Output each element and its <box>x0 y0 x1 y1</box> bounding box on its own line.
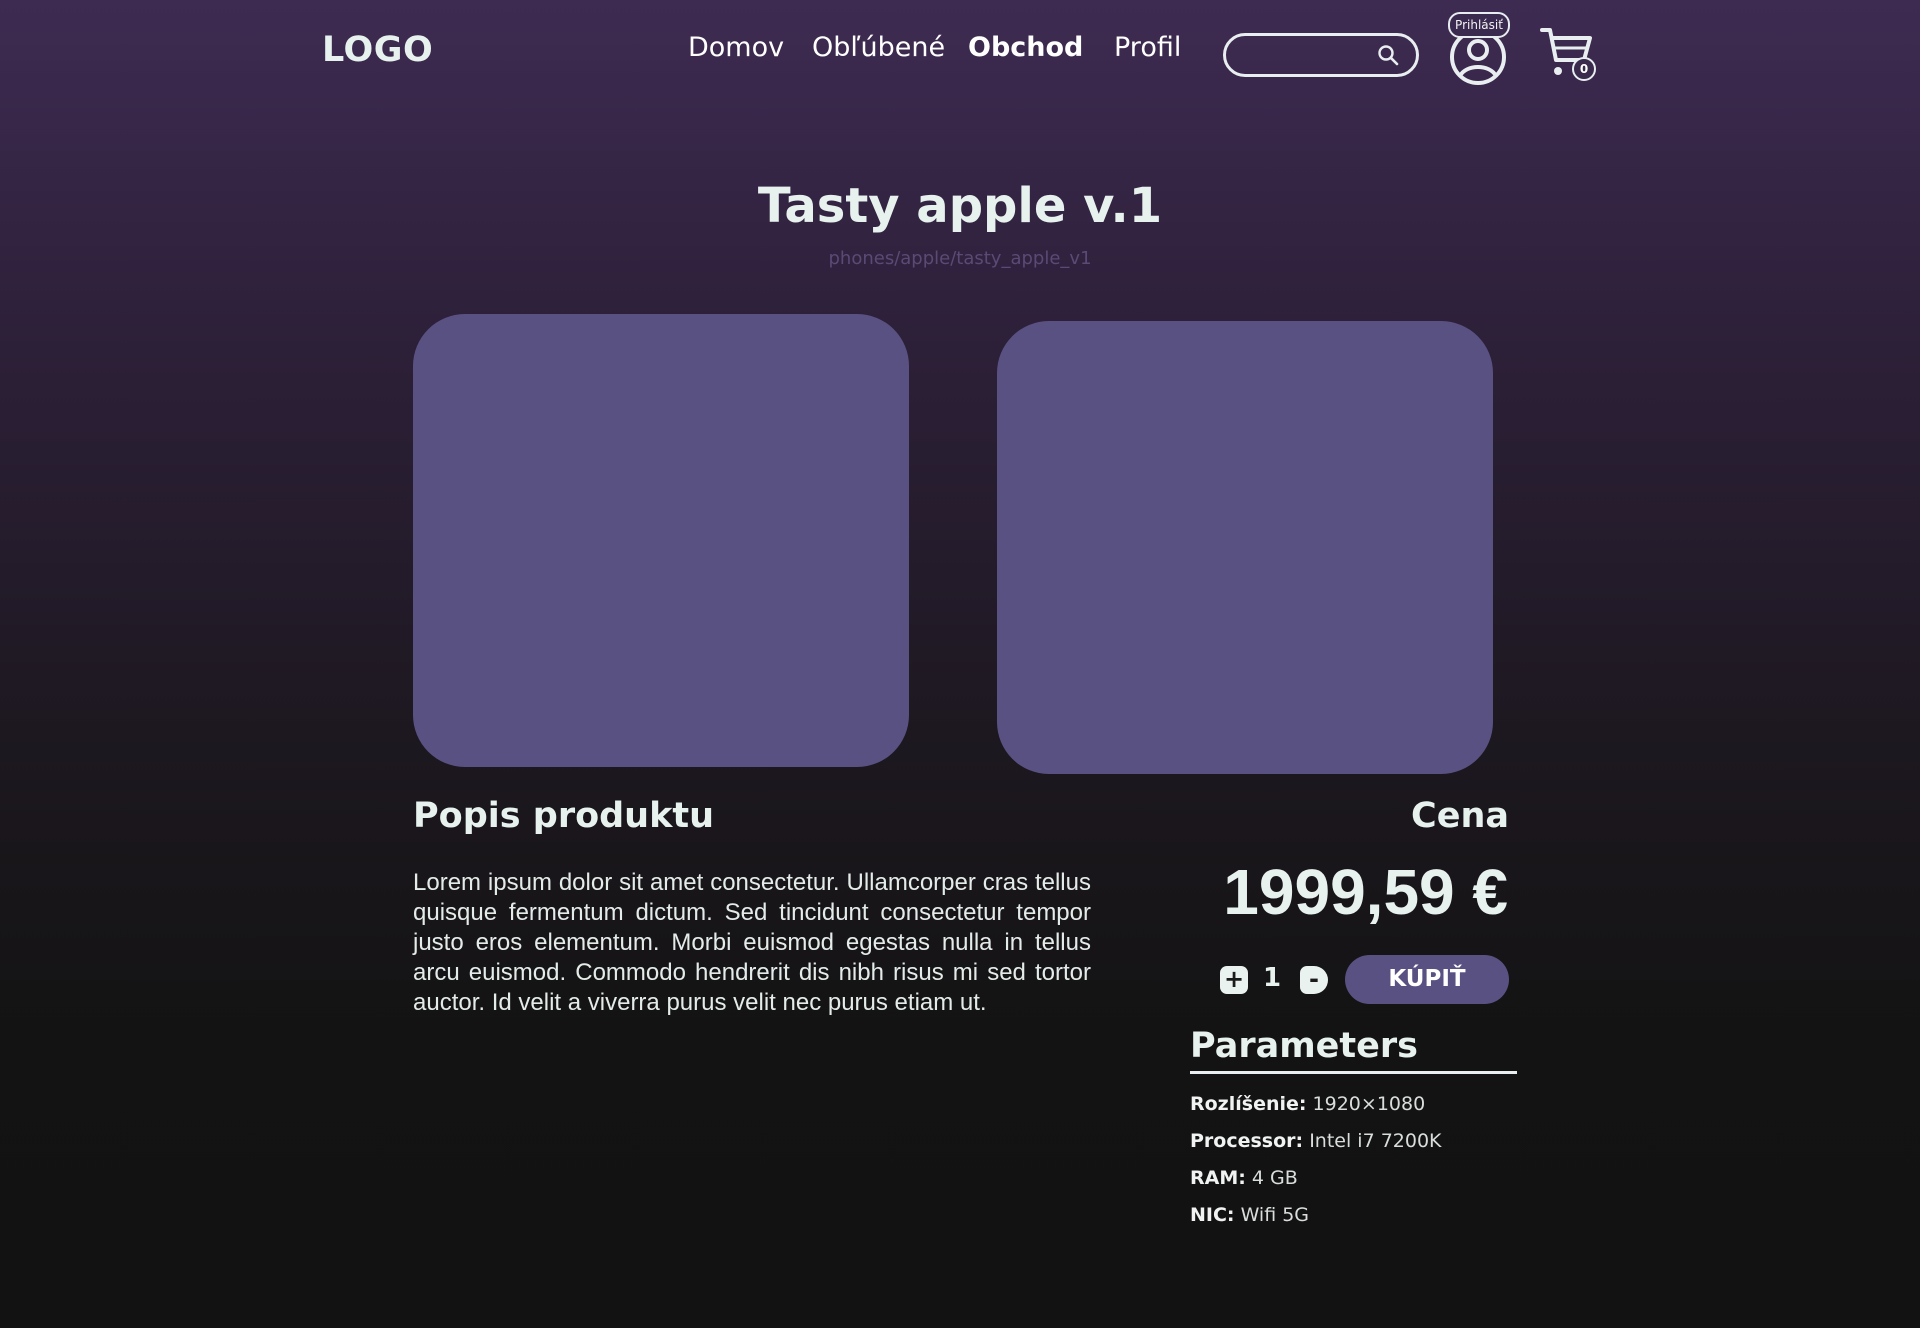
search-icon[interactable] <box>1376 43 1400 67</box>
product-description: Lorem ipsum dolor sit amet consectetur. … <box>413 869 1091 1016</box>
parameter-value: Wifi 5G <box>1240 1204 1310 1226</box>
parameter-row: Rozlíšenie: 1920×1080 <box>1190 1093 1425 1115</box>
product-price: 1999,59 € <box>1223 856 1508 928</box>
nav-item-profil[interactable]: Profil <box>1114 32 1181 63</box>
parameter-value: Intel i7 7200K <box>1309 1130 1442 1152</box>
cart-count-badge: 0 <box>1572 57 1596 81</box>
parameters-heading: Parameters <box>1190 1026 1418 1066</box>
parameter-row: Processor: Intel i7 7200K <box>1190 1130 1442 1152</box>
parameter-label: Processor: <box>1190 1130 1304 1152</box>
search-input[interactable] <box>1223 33 1419 77</box>
quantity-increase-button[interactable]: + <box>1220 966 1248 994</box>
nav-item-domov[interactable]: Domov <box>688 32 784 63</box>
breadcrumb: phones/apple/tasty_apple_v1 <box>828 248 1092 269</box>
parameter-label: RAM: <box>1190 1167 1246 1189</box>
price-heading: Cena <box>1411 796 1509 836</box>
login-button[interactable]: Prihlásiť <box>1448 12 1510 38</box>
product-image-1[interactable] <box>413 314 909 767</box>
parameter-value: 1920×1080 <box>1312 1093 1426 1115</box>
parameter-row: NIC: Wifi 5G <box>1190 1204 1309 1226</box>
page-title: Tasty apple v.1 <box>757 178 1163 234</box>
parameter-row: RAM: 4 GB <box>1190 1167 1298 1189</box>
parameter-label: Rozlíšenie: <box>1190 1093 1307 1115</box>
description-heading: Popis produktu <box>413 796 715 836</box>
product-image-2[interactable] <box>997 321 1493 774</box>
parameter-value: 4 GB <box>1251 1167 1298 1189</box>
nav-item-oblubene[interactable]: Obľúbené <box>812 32 945 63</box>
parameters-divider <box>1190 1071 1517 1074</box>
parameter-label: NIC: <box>1190 1204 1235 1226</box>
quantity-decrease-button[interactable]: - <box>1300 966 1328 994</box>
quantity-value: 1 <box>1262 963 1282 993</box>
nav-item-obchod[interactable]: Obchod <box>968 32 1083 63</box>
logo[interactable]: LOGO <box>322 30 433 70</box>
buy-button[interactable]: KÚPIŤ <box>1345 955 1509 1004</box>
